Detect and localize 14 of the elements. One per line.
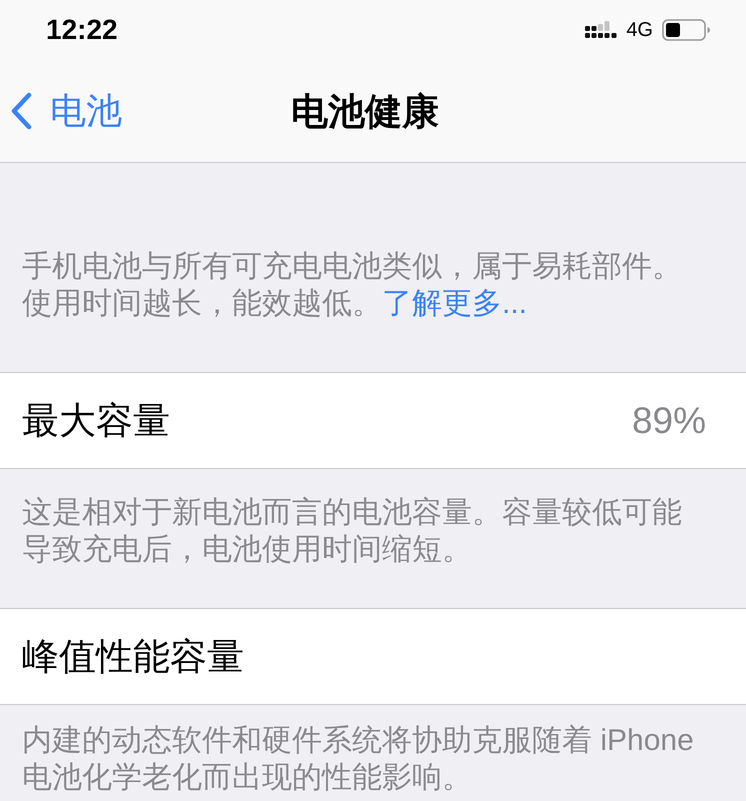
row-footer-note: 这是相对于新电池而言的电池容量。容量较低可能导致充电后，电池使用时间缩短。 (22, 495, 683, 568)
row-footer-note: 内建的动态软件和硬件系统将协助克服随着 iPhone 电池化学老化而出现的性能影响。 (22, 723, 695, 796)
back-chevron-icon (10, 92, 32, 130)
row-label: 峰值性能容量 (22, 638, 244, 675)
network-type: 4G (626, 20, 653, 40)
nav-title: 电池健康 (291, 92, 439, 130)
battery-icon (662, 19, 710, 41)
signal-icon (585, 21, 618, 39)
back-button[interactable]: 电池 (0, 92, 122, 130)
status-time: 12:22 (46, 16, 118, 44)
row-label: 最大容量 (22, 402, 170, 439)
intro-note: 手机电池与所有可充电电池类似，属于易耗部件。使用时间越长，能效越低。了解更多... (22, 249, 683, 322)
learn-more-link[interactable]: 了解更多... (382, 287, 528, 320)
row-value: 89% (632, 402, 706, 439)
